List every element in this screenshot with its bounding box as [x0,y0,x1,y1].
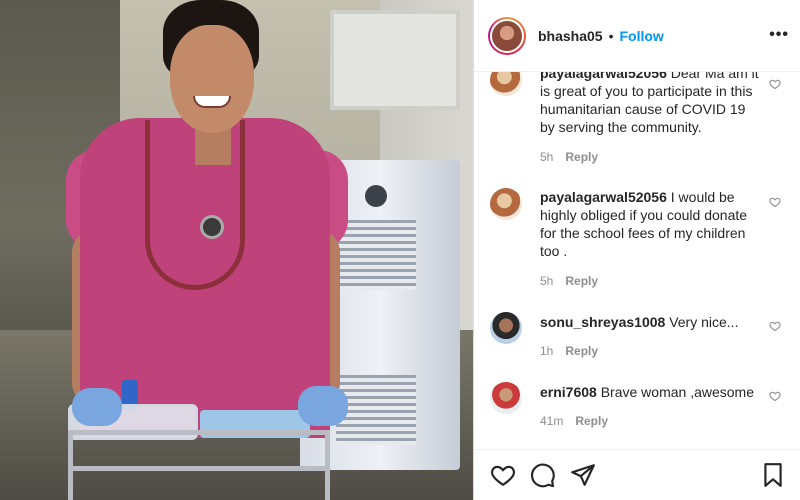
comment-meta: 5h Reply [540,274,598,288]
glove [298,386,348,426]
more-options-icon[interactable]: ••• [769,26,789,44]
like-comment-heart-icon[interactable] [769,78,781,90]
reply-button[interactable]: Reply [565,274,598,288]
comment-time: 41m [540,414,564,428]
photo-monitor [330,10,460,110]
like-comment-heart-icon[interactable] [769,196,781,208]
heart-icon[interactable] [490,462,516,488]
comment-time: 5h [540,274,554,288]
follow-button[interactable]: Follow [620,28,664,44]
stethoscope-head [200,215,224,239]
author-avatar[interactable] [488,16,526,55]
person-face [170,25,254,133]
bookmark-icon[interactable] [760,462,786,488]
comment-avatar[interactable] [490,382,522,414]
comment-time: 5h [540,150,554,164]
comment-avatar[interactable] [490,72,522,96]
reply-button[interactable]: Reply [565,344,598,358]
reply-button[interactable]: Reply [565,150,598,164]
like-comment-heart-icon[interactable] [769,320,781,332]
like-comment-heart-icon[interactable] [769,390,781,402]
comment-icon[interactable] [530,462,556,488]
medical-cart-rail [68,466,330,471]
reply-button[interactable]: Reply [575,414,608,428]
instagram-post: bhasha05 • Follow ••• payalagarwal52056 … [0,0,800,500]
comment-username[interactable]: payalagarwal52056 [540,189,667,205]
comment-username[interactable]: payalagarwal52056 [540,72,667,81]
glove [72,388,122,426]
comment-text: payalagarwal52056 Dear Ma am it is great… [540,72,760,136]
comment-text: payalagarwal52056 I would be highly obli… [540,188,760,260]
person-smile [193,96,231,108]
comment-avatar[interactable] [490,312,522,344]
comment-username[interactable]: erni7608 [540,384,597,400]
comment-body: Dear Ma am it is great of you to partici… [540,72,759,135]
comment-body: Very nice... [669,314,739,330]
comment-text: erni7608 Brave woman ,awesome [540,383,780,401]
comment-avatar[interactable] [490,188,522,220]
stethoscope [145,120,245,290]
post-header: bhasha05 • Follow ••• [474,0,800,72]
comment-meta: 5h Reply [540,150,598,164]
comment-body: Brave woman ,awesome [600,384,755,400]
comments-list[interactable]: payalagarwal52056 Dear Ma am it is great… [474,72,800,449]
comment-meta: 41m Reply [540,414,608,428]
comment-time: 1h [540,344,554,358]
machine-knob [365,185,387,207]
post-actions-bar [474,449,800,500]
machine-vent [336,220,416,290]
comment-text: sonu_shreyas1008 Very nice... [540,313,780,331]
machine-vent [336,375,416,445]
comment-username[interactable]: sonu_shreyas1008 [540,314,665,330]
medical-cart [68,430,330,500]
share-icon[interactable] [570,462,596,488]
comment-meta: 1h Reply [540,344,598,358]
post-photo[interactable] [0,0,473,500]
header-separator: • [608,27,614,44]
post-side-panel: bhasha05 • Follow ••• payalagarwal52056 … [473,0,800,500]
author-username[interactable]: bhasha05 [538,28,603,44]
